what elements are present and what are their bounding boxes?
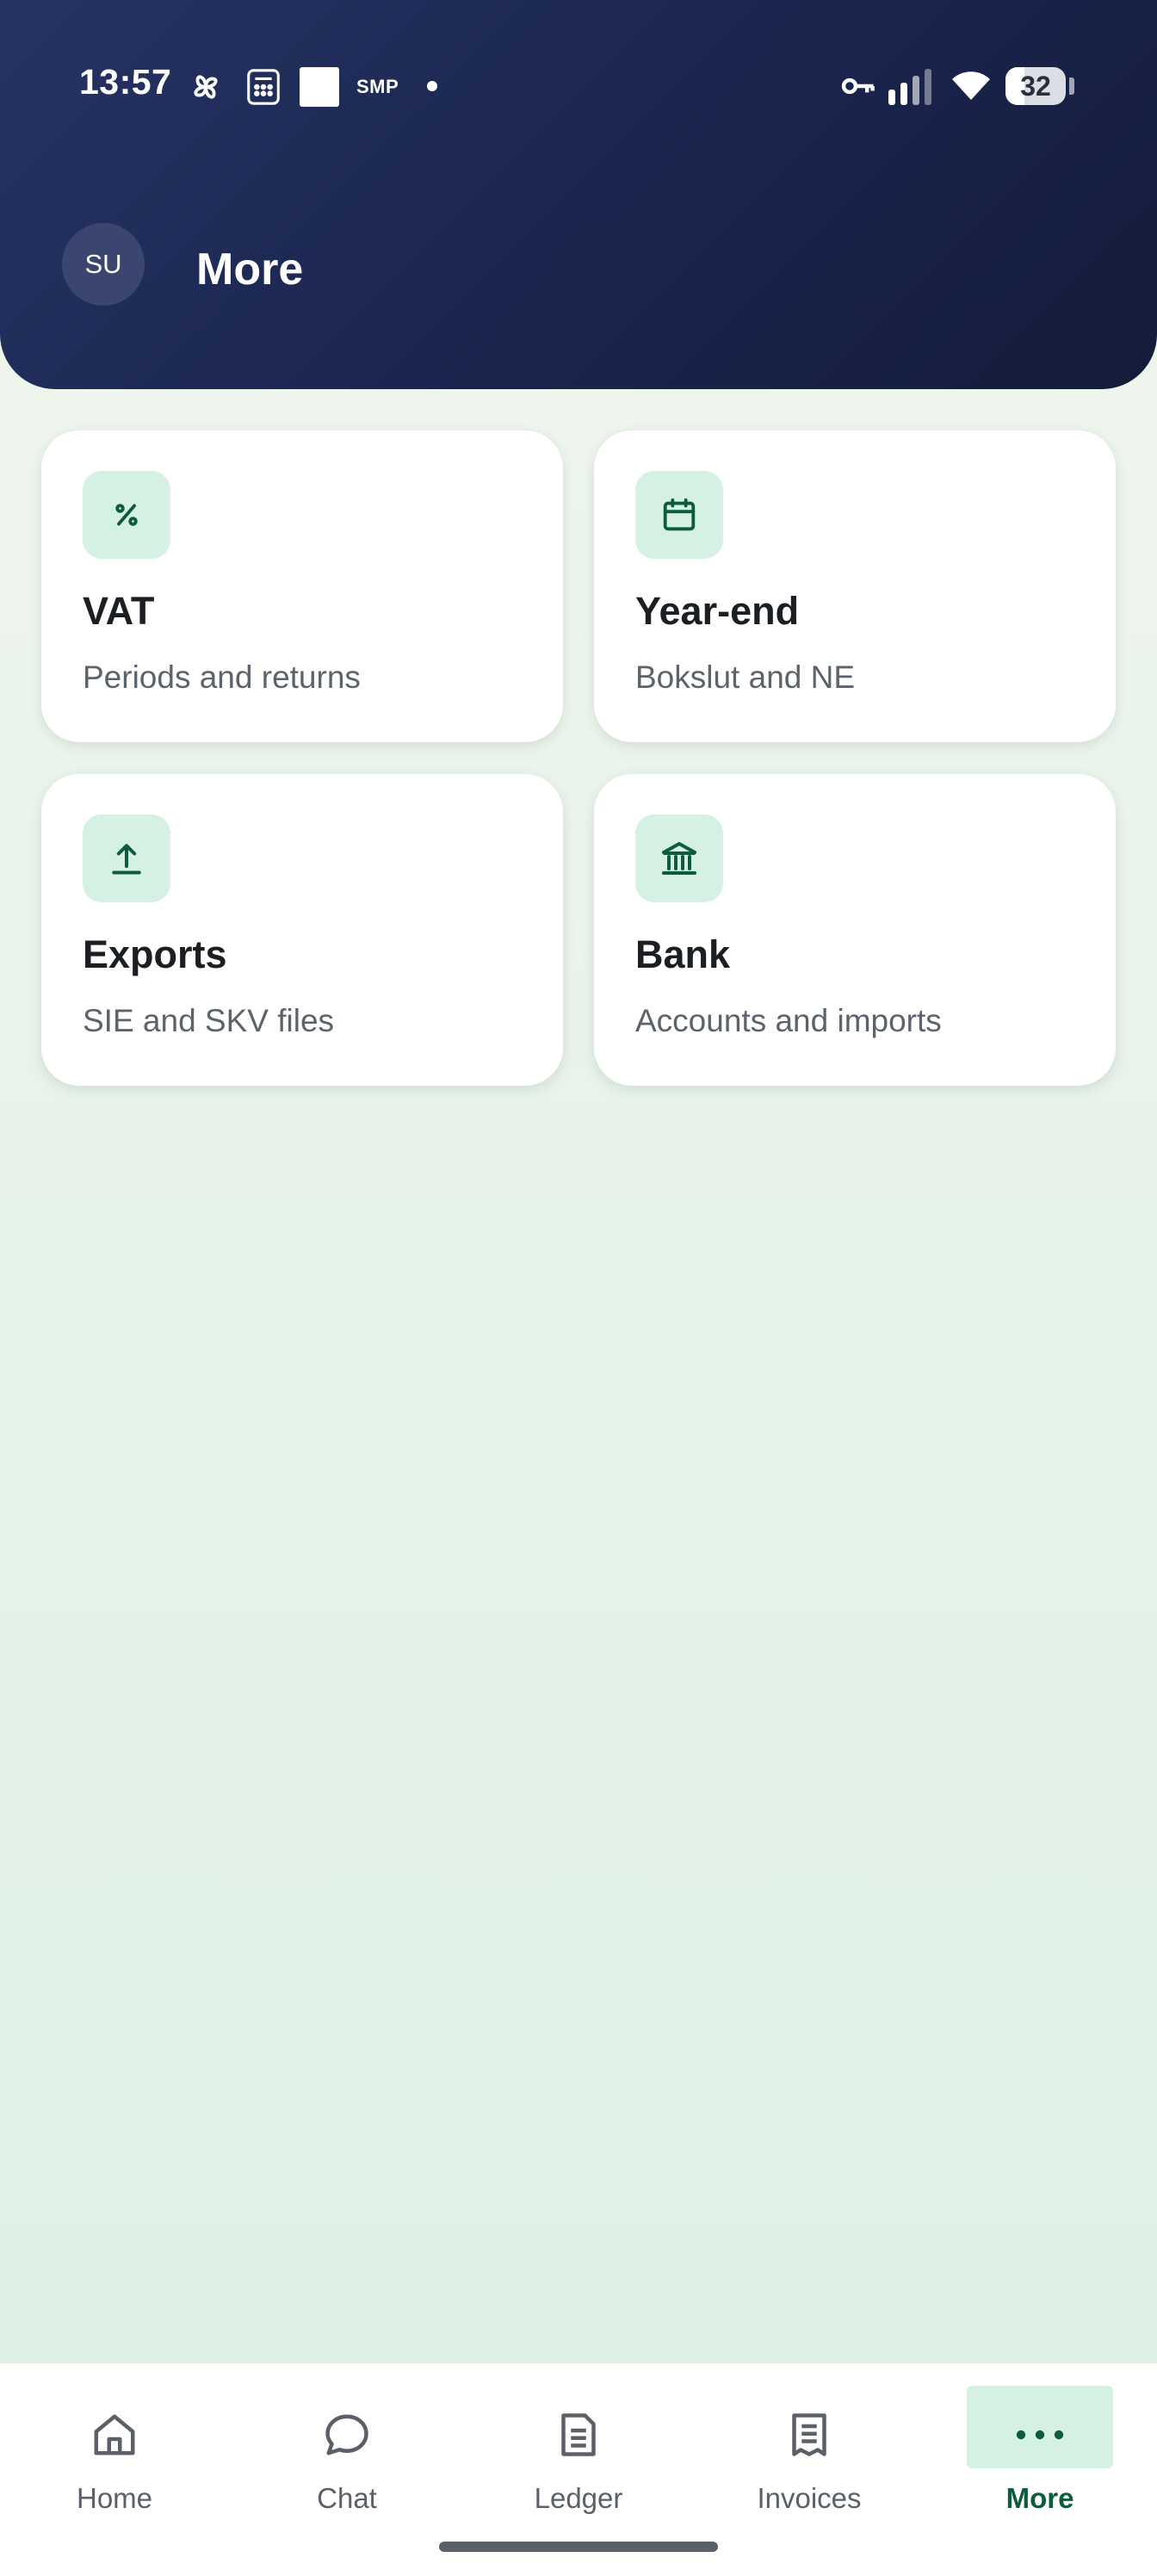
- upload-icon: [83, 814, 170, 902]
- year-end-card[interactable]: Year-end Bokslut and NE: [594, 430, 1116, 742]
- document-icon: [548, 2405, 609, 2465]
- nav-label: Home: [76, 2482, 153, 2514]
- battery-level: 32: [1020, 71, 1051, 102]
- nav-item-ledger[interactable]: Ledger: [505, 2386, 652, 2515]
- nav-item-invoices[interactable]: Invoices: [736, 2386, 882, 2515]
- vpn-key-icon: [841, 77, 875, 95]
- calendar-icon: [635, 471, 723, 559]
- card-subtitle: SIE and SKV files: [83, 1003, 335, 1038]
- nav-label: Chat: [317, 2482, 377, 2514]
- avatar[interactable]: SU: [62, 223, 145, 306]
- page-title: More: [196, 245, 304, 294]
- bank-icon: [635, 814, 723, 902]
- dot-icon: [427, 81, 437, 91]
- wifi-icon: [952, 71, 990, 100]
- status-bar: 13:57 SMP 32: [0, 0, 1157, 172]
- signal-icon: [888, 69, 931, 105]
- card-title: Exports: [83, 932, 227, 976]
- calculator-icon: [247, 69, 280, 105]
- nav-label: Invoices: [757, 2482, 862, 2514]
- nav-item-home[interactable]: Home: [41, 2386, 188, 2515]
- battery-cap: [1069, 77, 1074, 95]
- carrier-label: SMP: [356, 76, 399, 97]
- nav-label: Ledger: [534, 2482, 623, 2514]
- header: 13:57 SMP 32 SU More: [0, 0, 1157, 389]
- home-indicator[interactable]: [439, 2542, 718, 2552]
- more-dots-icon: [1010, 2405, 1070, 2465]
- square-notification-icon: [300, 67, 339, 107]
- nav-item-chat[interactable]: Chat: [274, 2386, 420, 2515]
- exports-card[interactable]: Exports SIE and SKV files: [41, 774, 563, 1086]
- nav-item-more[interactable]: More: [967, 2386, 1113, 2515]
- card-subtitle: Bokslut and NE: [635, 659, 856, 695]
- card-title: Year-end: [635, 589, 800, 633]
- card-title: Bank: [635, 932, 731, 976]
- pinwheel-icon: [194, 75, 218, 99]
- percent-icon: [83, 471, 170, 559]
- receipt-icon: [779, 2405, 839, 2465]
- status-time: 13:57: [79, 62, 172, 102]
- card-title: VAT: [83, 589, 155, 633]
- nav-label: More: [1005, 2482, 1074, 2514]
- chat-bubble-icon: [317, 2405, 377, 2465]
- bank-card[interactable]: Bank Accounts and imports: [594, 774, 1116, 1086]
- card-subtitle: Periods and returns: [83, 659, 361, 695]
- card-subtitle: Accounts and imports: [635, 1003, 942, 1038]
- battery-icon: 32: [1005, 67, 1066, 105]
- vat-card[interactable]: VAT Periods and returns: [41, 430, 563, 742]
- home-icon: [84, 2405, 145, 2465]
